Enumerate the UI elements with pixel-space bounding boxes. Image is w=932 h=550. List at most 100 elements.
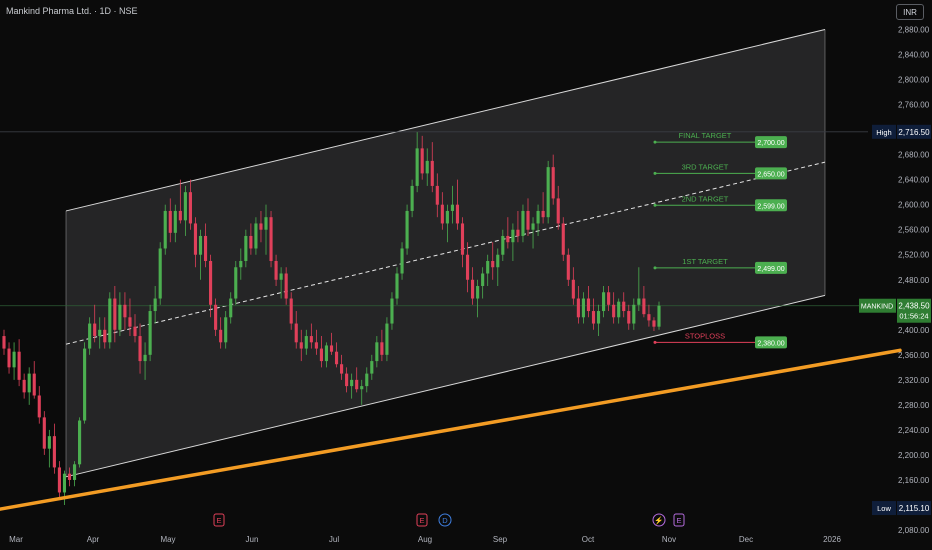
candle-body: [576, 298, 580, 318]
candle-body: [531, 223, 535, 230]
level-value-text: 2,380.00: [757, 340, 784, 347]
candle-body: [103, 329, 107, 343]
y-tick-label: 2,880.00: [898, 26, 930, 35]
level-value-text: 2,499.00: [757, 266, 784, 273]
candle-body: [607, 292, 611, 305]
candle-body: [380, 342, 384, 355]
candle-body: [108, 298, 112, 343]
candle-body: [617, 301, 621, 318]
y-tick-label: 2,480.00: [898, 276, 930, 285]
x-tick-label: Apr: [87, 535, 100, 544]
candle-body: [309, 336, 313, 343]
candle-body: [430, 160, 434, 186]
candle-body: [22, 379, 26, 393]
candle-body: [571, 279, 575, 299]
x-tick-label: Mar: [9, 535, 23, 544]
candle-body: [355, 379, 359, 390]
y-tick-label: 2,800.00: [898, 76, 930, 85]
candle-body: [481, 273, 485, 287]
candle-body: [123, 304, 127, 318]
candle-body: [602, 292, 606, 312]
candle-body: [143, 354, 147, 362]
candle-body: [279, 273, 283, 280]
y-tick-label: 2,280.00: [898, 401, 930, 410]
candle-body: [274, 260, 278, 280]
last-price-countdown: 01:56:24: [899, 312, 928, 321]
level-value-text: 2,700.00: [757, 140, 784, 147]
candle: [148, 304, 152, 362]
candle-body: [188, 192, 192, 224]
candle-body: [284, 273, 288, 299]
candle-body: [581, 298, 585, 318]
currency-button[interactable]: INR: [896, 4, 924, 20]
event-marker-glyph: E: [676, 516, 681, 525]
candle-body: [415, 148, 419, 186]
candle-body: [83, 348, 87, 421]
candle-body: [93, 323, 97, 337]
candle-body: [17, 351, 21, 380]
target-label: FINAL TARGET: [679, 131, 732, 140]
candle-body: [163, 210, 167, 249]
candle-body: [88, 323, 92, 349]
event-marker-glyph: E: [216, 516, 221, 525]
candle-body: [445, 210, 449, 224]
candle-body: [128, 317, 132, 327]
candle-body: [98, 329, 102, 337]
x-tick-label: Nov: [662, 535, 676, 544]
candle-body: [465, 254, 470, 280]
target-label: 1ST TARGET: [682, 257, 728, 266]
candle-body: [173, 210, 177, 233]
y-tick-label: 2,760.00: [898, 101, 930, 110]
y-tick-label: 2,520.00: [898, 251, 930, 260]
target-label: 3RD TARGET: [682, 162, 729, 171]
candle-body: [203, 235, 208, 261]
candle-body: [244, 235, 248, 261]
low-badge[interactable]: Low 2,115.10: [872, 501, 931, 516]
candle-body: [566, 254, 570, 280]
y-tick-label: 2,840.00: [898, 51, 930, 60]
candle-body: [37, 395, 41, 418]
candle-body: [62, 473, 67, 493]
y-tick-label: 2,600.00: [898, 201, 930, 210]
candle-body: [561, 223, 565, 255]
candle: [78, 417, 82, 468]
x-tick-label: Jul: [329, 535, 339, 544]
candle-body: [455, 204, 460, 224]
candle-body: [148, 311, 152, 355]
high-badge[interactable]: High 2,716.50: [872, 124, 931, 139]
candle: [158, 242, 162, 305]
candle-body: [133, 326, 137, 337]
candle-body: [7, 348, 11, 368]
candle-body: [491, 260, 495, 268]
candle-body: [591, 311, 596, 324]
y-tick-label: 2,320.00: [898, 376, 930, 385]
y-tick-label: 2,200.00: [898, 451, 930, 460]
candle-body: [249, 235, 253, 249]
price-chart[interactable]: FINAL TARGET 2,700.00 3RD TARGET 2,650.00 2N…: [0, 0, 932, 550]
candle-body: [652, 320, 656, 327]
candle-body: [586, 298, 591, 312]
candle-body: [395, 273, 399, 299]
candle-body: [637, 298, 641, 305]
candle-body: [385, 323, 389, 355]
candle-body: [450, 204, 454, 211]
candle: [83, 342, 87, 424]
candle-body: [224, 317, 228, 343]
symbol-title: Mankind Pharma Ltd. · 1D · NSE: [6, 6, 138, 16]
x-tick-label: 2026: [823, 535, 841, 544]
candle-body: [647, 314, 651, 321]
candle-body: [289, 298, 293, 324]
candle-body: [42, 417, 46, 449]
candle: [42, 411, 46, 455]
candle-body: [435, 185, 439, 205]
candle-body: [612, 304, 616, 318]
candle-body: [596, 311, 601, 324]
candle-body: [269, 217, 273, 261]
candle-body: [440, 204, 444, 224]
candle: [269, 210, 273, 268]
split-event-icon[interactable]: ⚡: [652, 513, 666, 527]
candle-body: [536, 210, 540, 224]
candle-body: [546, 167, 550, 218]
candle-body: [168, 210, 172, 233]
candle-body: [350, 379, 354, 387]
